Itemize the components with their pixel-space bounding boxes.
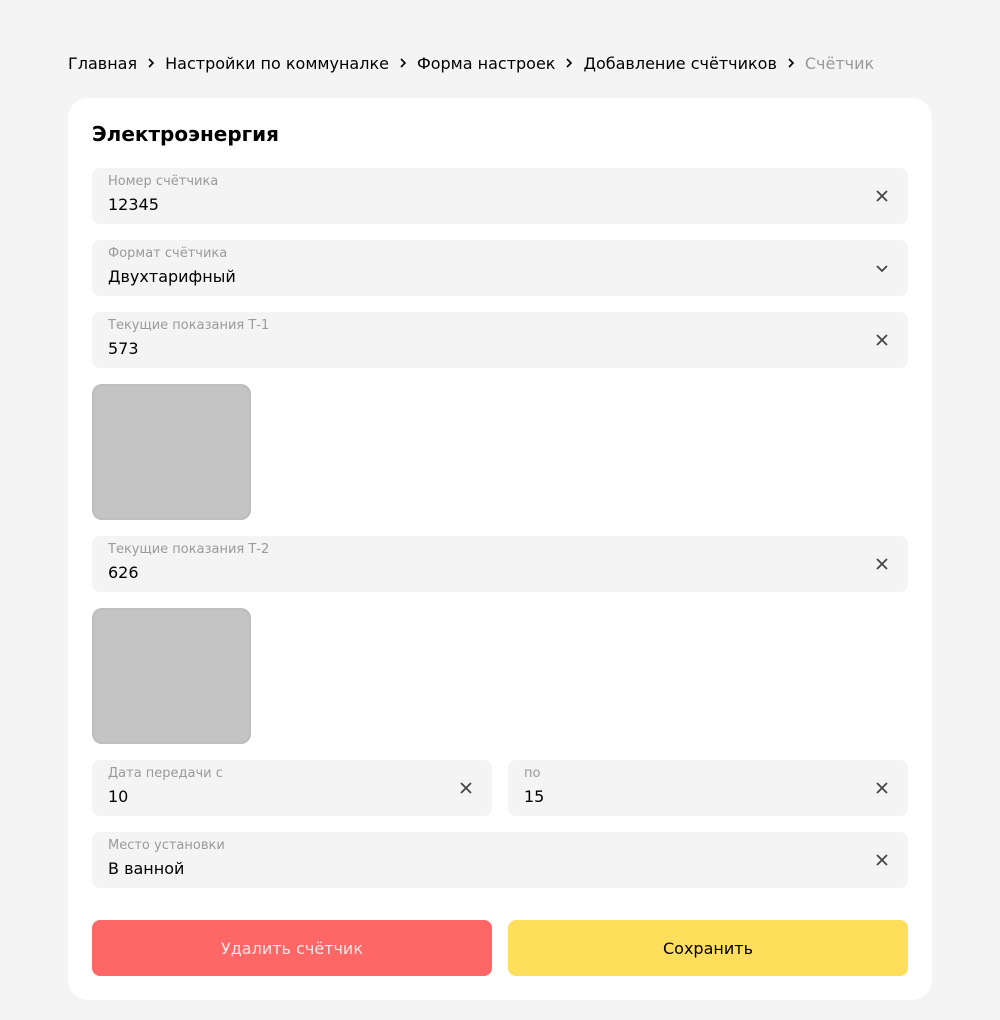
close-icon[interactable] bbox=[456, 778, 476, 798]
breadcrumb-settings-form[interactable]: Форма настроек bbox=[417, 54, 556, 73]
reading-t2-field[interactable]: Текущие показания Т-2 626 bbox=[92, 536, 908, 592]
field-value[interactable]: 626 bbox=[108, 563, 139, 583]
close-icon[interactable] bbox=[872, 850, 892, 870]
location-field[interactable]: Место установки В ванной bbox=[92, 832, 908, 888]
breadcrumb-utility-settings[interactable]: Настройки по коммуналке bbox=[165, 54, 389, 73]
field-value[interactable]: В ванной bbox=[108, 859, 184, 879]
meter-format-select[interactable]: Формат счётчика Двухтарифный bbox=[92, 240, 908, 296]
close-icon[interactable] bbox=[872, 778, 892, 798]
date-from-field[interactable]: Дата передачи с 10 bbox=[92, 760, 492, 816]
close-icon[interactable] bbox=[872, 330, 892, 350]
field-label: Текущие показания Т-1 bbox=[108, 318, 270, 333]
field-label: Текущие показания Т-2 bbox=[108, 542, 270, 557]
close-icon[interactable] bbox=[872, 554, 892, 574]
card-title: Электроэнергия bbox=[92, 122, 279, 146]
chevron-right-icon bbox=[555, 58, 583, 68]
field-value[interactable]: 15 bbox=[524, 787, 544, 807]
save-button[interactable]: Сохранить bbox=[508, 920, 908, 976]
reading-t1-field[interactable]: Текущие показания Т-1 573 bbox=[92, 312, 908, 368]
field-label: Формат счётчика bbox=[108, 246, 228, 261]
breadcrumb-home[interactable]: Главная bbox=[68, 54, 137, 73]
chevron-right-icon bbox=[137, 58, 165, 68]
meter-card: Электроэнергия Номер счётчика 12345 Форм… bbox=[68, 98, 932, 1000]
field-label: Дата передачи с bbox=[108, 766, 223, 781]
field-label: Номер счётчика bbox=[108, 174, 219, 189]
field-value[interactable]: 573 bbox=[108, 339, 139, 359]
reading-t1-photo[interactable] bbox=[92, 384, 251, 520]
reading-t2-photo[interactable] bbox=[92, 608, 251, 744]
field-label: по bbox=[524, 766, 541, 781]
meter-number-field[interactable]: Номер счётчика 12345 bbox=[92, 168, 908, 224]
date-to-field[interactable]: по 15 bbox=[508, 760, 908, 816]
delete-meter-button[interactable]: Удалить счётчик bbox=[92, 920, 492, 976]
field-label: Место установки bbox=[108, 838, 225, 853]
field-value[interactable]: 10 bbox=[108, 787, 128, 807]
breadcrumb-current: Счётчик bbox=[804, 53, 875, 73]
chevron-down-icon[interactable] bbox=[872, 258, 892, 278]
chevron-right-icon bbox=[777, 58, 805, 68]
breadcrumb: Главная Настройки по коммуналке Форма на… bbox=[68, 50, 874, 76]
chevron-right-icon bbox=[389, 58, 417, 68]
field-value[interactable]: Двухтарифный bbox=[108, 267, 236, 287]
close-icon[interactable] bbox=[872, 186, 892, 206]
field-value[interactable]: 12345 bbox=[108, 195, 159, 215]
breadcrumb-add-meters[interactable]: Добавление счётчиков bbox=[583, 54, 776, 73]
